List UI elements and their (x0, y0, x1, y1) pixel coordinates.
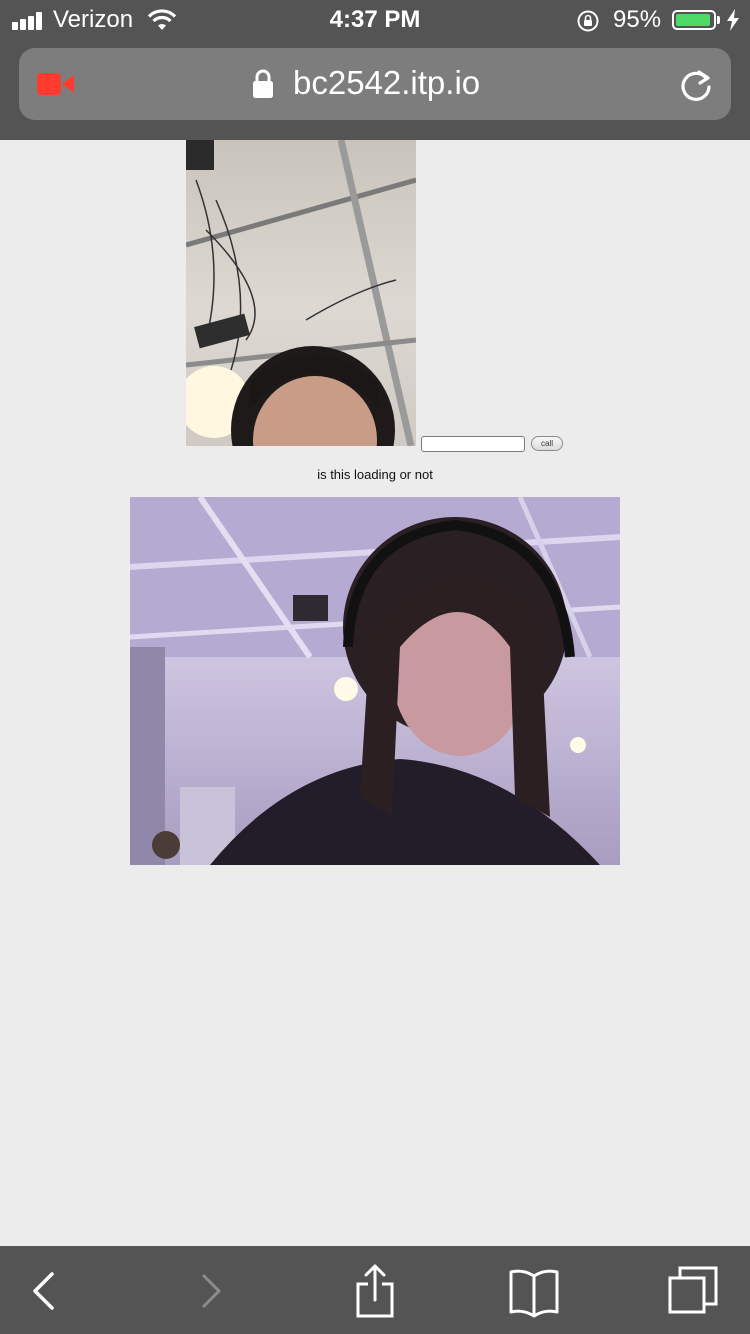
bookmarks-icon[interactable] (507, 1264, 561, 1318)
orientation-lock-icon (577, 10, 599, 32)
status-bar: Verizon 4:37 PM 95% (0, 0, 750, 40)
back-icon[interactable] (16, 1264, 70, 1318)
share-icon[interactable] (348, 1264, 402, 1318)
battery-icon (672, 10, 716, 30)
url-text[interactable]: bc2542.itp.io (293, 64, 480, 102)
lock-icon (253, 69, 273, 98)
camera-recording-icon[interactable] (37, 73, 75, 95)
battery-cap (717, 16, 720, 24)
loading-status-text: is this loading or not (317, 467, 433, 482)
reload-icon[interactable] (679, 68, 713, 102)
call-button[interactable]: call (531, 436, 563, 451)
remote-video (130, 497, 620, 865)
charging-bolt-icon (727, 9, 739, 31)
remote-video-frame (130, 497, 620, 865)
web-page: call is this loading or not (0, 140, 750, 1246)
battery-percent: 95% (613, 6, 662, 33)
local-video (186, 140, 416, 446)
call-id-input[interactable] (421, 436, 525, 452)
browser-toolbar (0, 1246, 750, 1334)
tabs-icon[interactable] (666, 1264, 720, 1318)
address-bar[interactable]: bc2542.itp.io (19, 48, 731, 120)
forward-icon[interactable] (185, 1264, 239, 1318)
battery-level-fill (676, 14, 710, 26)
local-video-frame (186, 140, 416, 446)
browser-chrome: bc2542.itp.io (0, 40, 750, 140)
